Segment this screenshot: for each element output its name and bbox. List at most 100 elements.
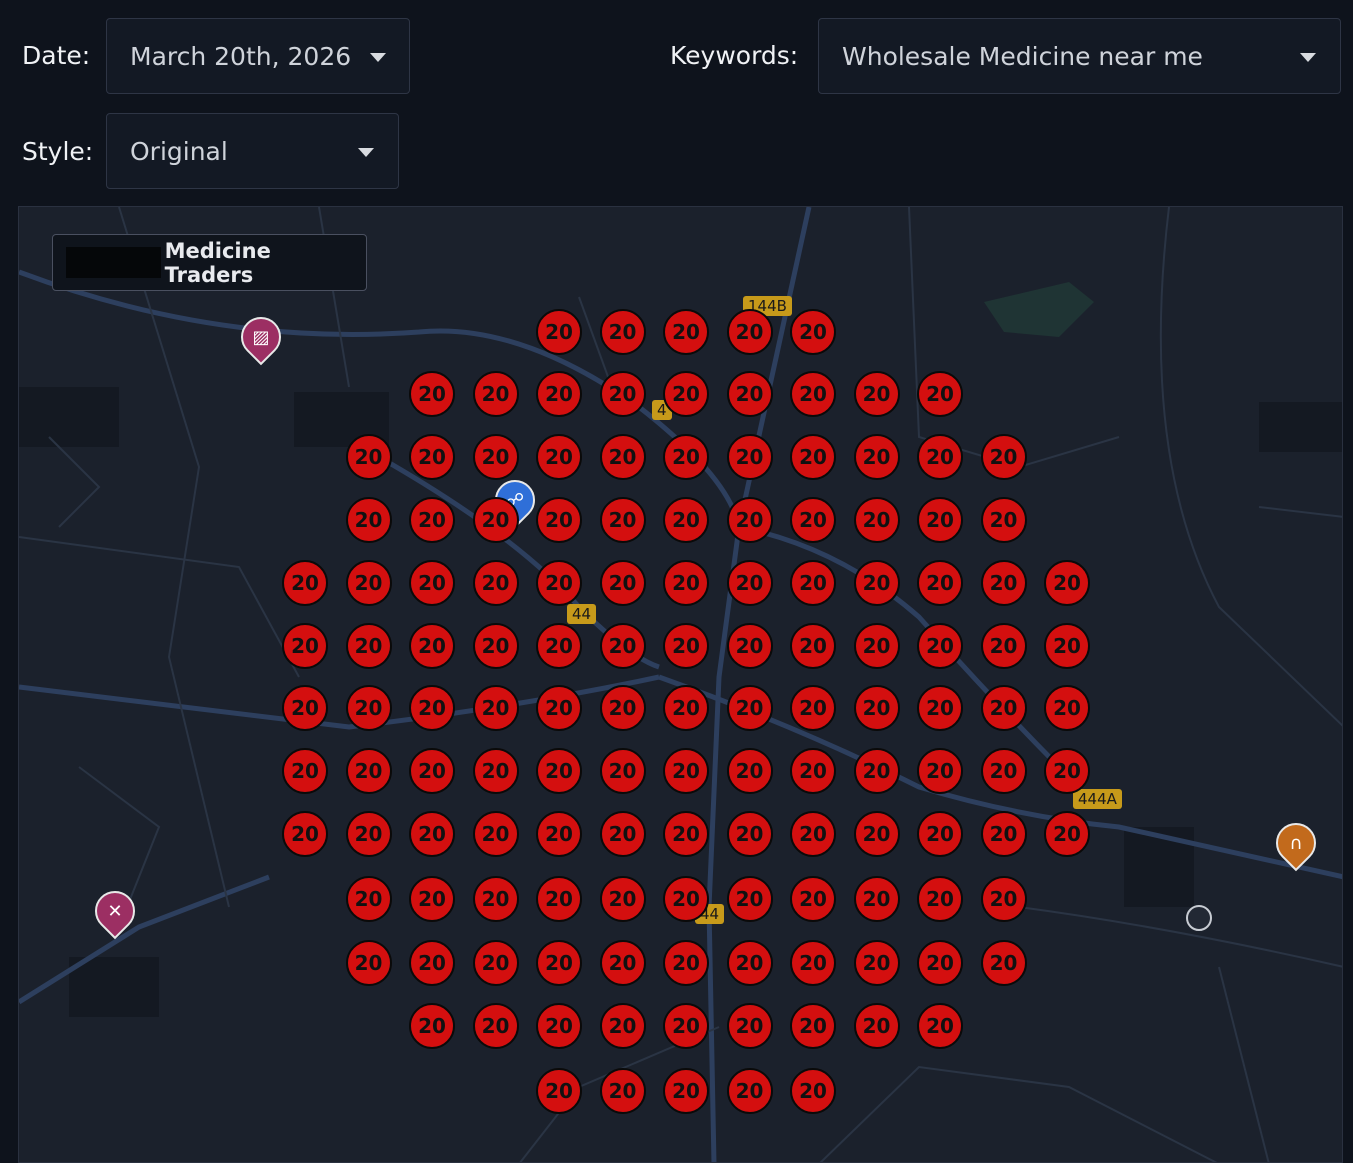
rank-marker[interactable]: 20: [663, 685, 709, 731]
rank-marker[interactable]: 20: [536, 1068, 582, 1114]
rank-marker[interactable]: 20: [599, 434, 646, 480]
rank-marker[interactable]: 20: [726, 560, 773, 606]
rank-marker[interactable]: 20: [536, 940, 582, 986]
rank-marker[interactable]: 20: [790, 434, 836, 480]
rank-marker[interactable]: 20: [345, 497, 392, 543]
rank-marker[interactable]: 20: [726, 371, 773, 417]
atm-icon[interactable]: [1186, 905, 1212, 931]
rank-marker[interactable]: 20: [980, 748, 1027, 794]
rank-marker[interactable]: 20: [726, 685, 773, 731]
rank-marker[interactable]: 20: [726, 623, 773, 669]
rank-marker[interactable]: 20: [599, 560, 646, 606]
rank-marker[interactable]: 20: [345, 560, 392, 606]
rank-marker[interactable]: 20: [409, 623, 455, 669]
rank-marker[interactable]: 20: [726, 876, 773, 922]
rank-marker[interactable]: 20: [472, 685, 519, 731]
rank-marker[interactable]: 20: [472, 371, 519, 417]
rank-marker[interactable]: 20: [1044, 623, 1090, 669]
rank-marker[interactable]: 20: [790, 940, 836, 986]
rank-marker[interactable]: 20: [853, 748, 900, 794]
rank-marker[interactable]: 20: [599, 309, 646, 355]
rank-marker[interactable]: 20: [663, 434, 709, 480]
rank-marker[interactable]: 20: [790, 1003, 836, 1049]
rank-marker[interactable]: 20: [536, 560, 582, 606]
rank-marker[interactable]: 20: [409, 685, 455, 731]
rank-marker[interactable]: 20: [663, 940, 709, 986]
keywords-select[interactable]: Wholesale Medicine near me: [818, 18, 1341, 94]
rank-marker[interactable]: 20: [345, 685, 392, 731]
rank-marker[interactable]: 20: [663, 560, 709, 606]
rank-marker[interactable]: 20: [980, 940, 1027, 986]
rank-marker[interactable]: 20: [536, 685, 582, 731]
rank-marker[interactable]: 20: [980, 497, 1027, 543]
rank-marker[interactable]: 20: [853, 434, 900, 480]
rank-marker[interactable]: 20: [409, 748, 455, 794]
rank-marker[interactable]: 20: [472, 748, 519, 794]
rank-marker[interactable]: 20: [472, 940, 519, 986]
rank-marker[interactable]: 20: [409, 876, 455, 922]
rank-marker[interactable]: 20: [1044, 685, 1090, 731]
rank-marker[interactable]: 20: [790, 876, 836, 922]
rank-marker[interactable]: 20: [980, 434, 1027, 480]
rank-marker[interactable]: 20: [980, 560, 1027, 606]
style-select[interactable]: Original: [106, 113, 399, 189]
rank-marker[interactable]: 20: [663, 623, 709, 669]
rank-marker[interactable]: 20: [917, 497, 963, 543]
rank-marker[interactable]: 20: [282, 748, 328, 794]
rank-marker[interactable]: 20: [599, 811, 646, 857]
rank-marker[interactable]: 20: [853, 876, 900, 922]
rank-marker[interactable]: 20: [790, 309, 836, 355]
rank-marker[interactable]: 20: [726, 940, 773, 986]
rank-marker[interactable]: 20: [790, 623, 836, 669]
rank-marker[interactable]: 20: [599, 748, 646, 794]
rank-marker[interactable]: 20: [536, 876, 582, 922]
rank-marker[interactable]: 20: [282, 560, 328, 606]
rank-marker[interactable]: 20: [409, 497, 455, 543]
rank-marker[interactable]: 20: [282, 623, 328, 669]
rank-marker[interactable]: 20: [917, 434, 963, 480]
rank-marker[interactable]: 20: [663, 748, 709, 794]
rank-marker[interactable]: 20: [917, 876, 963, 922]
rank-marker[interactable]: 20: [599, 623, 646, 669]
rank-marker[interactable]: 20: [345, 940, 392, 986]
rank-marker[interactable]: 20: [917, 811, 963, 857]
rank-marker[interactable]: 20: [790, 748, 836, 794]
rank-marker[interactable]: 20: [790, 560, 836, 606]
rank-marker[interactable]: 20: [917, 685, 963, 731]
rank-marker[interactable]: 20: [1044, 811, 1090, 857]
rank-marker[interactable]: 20: [917, 940, 963, 986]
rank-marker[interactable]: 20: [409, 811, 455, 857]
rank-marker[interactable]: 20: [536, 497, 582, 543]
rank-marker[interactable]: 20: [980, 811, 1027, 857]
rank-marker[interactable]: 20: [472, 623, 519, 669]
rank-marker[interactable]: 20: [853, 940, 900, 986]
rank-marker[interactable]: 20: [790, 371, 836, 417]
rank-marker[interactable]: 20: [345, 623, 392, 669]
rank-marker[interactable]: 20: [282, 685, 328, 731]
rank-marker[interactable]: 20: [472, 1003, 519, 1049]
rank-marker[interactable]: 20: [726, 1068, 773, 1114]
rank-marker[interactable]: 20: [853, 1003, 900, 1049]
rank-marker[interactable]: 20: [726, 811, 773, 857]
rank-marker[interactable]: 20: [917, 623, 963, 669]
rank-marker[interactable]: 20: [853, 497, 900, 543]
rank-marker[interactable]: 20: [663, 811, 709, 857]
rank-marker[interactable]: 20: [853, 560, 900, 606]
rank-marker[interactable]: 20: [472, 497, 519, 543]
rank-marker[interactable]: 20: [536, 309, 582, 355]
rank-marker[interactable]: 20: [599, 685, 646, 731]
rank-marker[interactable]: 20: [726, 434, 773, 480]
rank-marker[interactable]: 20: [409, 940, 455, 986]
rank-marker[interactable]: 20: [917, 748, 963, 794]
rank-marker[interactable]: 20: [599, 940, 646, 986]
rank-marker[interactable]: 20: [345, 876, 392, 922]
map[interactable]: Medicine Traders 144B 4 44 444A 44 ▨ ☍ ✕…: [18, 206, 1343, 1163]
rank-marker[interactable]: 20: [599, 371, 646, 417]
rank-marker[interactable]: 20: [345, 811, 392, 857]
rank-marker[interactable]: 20: [536, 434, 582, 480]
rank-marker[interactable]: 20: [536, 623, 582, 669]
rank-marker[interactable]: 20: [790, 1068, 836, 1114]
rank-marker[interactable]: 20: [1044, 560, 1090, 606]
rank-marker[interactable]: 20: [409, 434, 455, 480]
rank-marker[interactable]: 20: [1044, 748, 1090, 794]
